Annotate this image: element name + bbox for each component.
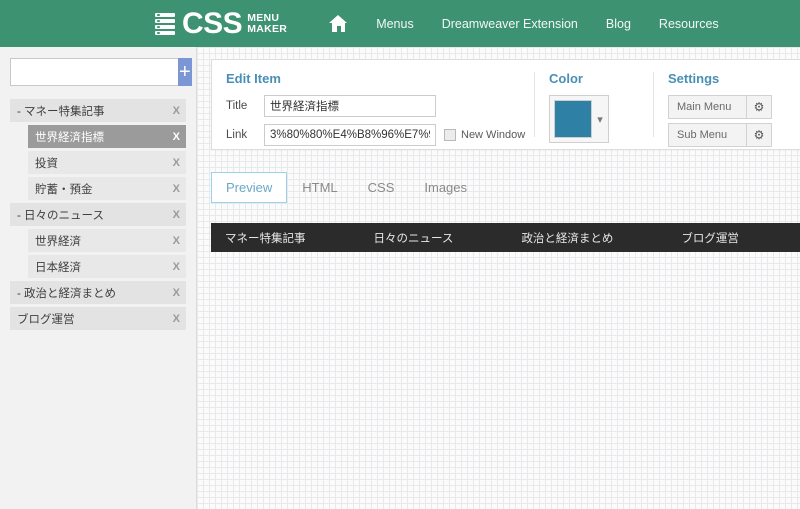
page-layout: + - マネー特集記事 X 世界経済指標 X 投資 X 貯蓄・預金 X - 日々… <box>0 47 800 509</box>
link-input[interactable] <box>264 124 436 146</box>
app-header: CSS MENU MAKER Menus Dreamweaver Extensi… <box>0 0 800 47</box>
home-icon[interactable] <box>329 15 348 32</box>
add-item-row: + <box>10 58 192 86</box>
tree-item-7[interactable]: - 政治と経済まとめ X <box>10 281 186 304</box>
sub-menu-settings-button[interactable]: Sub Menu ⚙ <box>668 123 772 147</box>
main-menu-settings-button[interactable]: Main Menu ⚙ <box>668 95 772 119</box>
tree-item-3[interactable]: 貯蓄・預金 X <box>28 177 186 200</box>
link-label: Link <box>226 129 248 141</box>
tree-item-remove-icon[interactable]: X <box>169 131 180 143</box>
menu-lines-icon <box>155 12 175 36</box>
settings-section: Settings Main Menu ⚙ Sub Menu ⚙ <box>654 60 800 149</box>
title-input[interactable] <box>264 95 436 117</box>
tree-item-2[interactable]: 投資 X <box>28 151 186 174</box>
main-menu-label: Main Menu <box>677 101 732 113</box>
gear-icon[interactable]: ⚙ <box>746 96 771 118</box>
main-nav: Menus Dreamweaver Extension Blog Resourc… <box>329 15 746 32</box>
logo-text-maker: MAKER <box>247 22 288 35</box>
tab-preview[interactable]: Preview <box>211 172 288 203</box>
nav-item-blog[interactable]: Blog <box>606 17 631 31</box>
tree-item-8[interactable]: ブログ運営 X <box>10 307 186 330</box>
tree-item-remove-icon[interactable]: X <box>169 287 180 299</box>
color-picker[interactable]: ▾ <box>549 95 609 143</box>
new-window-checkbox[interactable] <box>444 129 456 141</box>
tree-item-label: ブログ運営 <box>17 313 75 326</box>
menu-preview-bar: マネー特集記事 日々のニュース 政治と経済まとめ ブログ運営 <box>211 223 800 252</box>
tree-item-1[interactable]: 世界経済指標 X <box>28 125 186 148</box>
add-item-button[interactable]: + <box>178 58 192 86</box>
output-tabs: Preview HTML CSS Images <box>211 172 800 203</box>
nav-item-resources[interactable]: Resources <box>659 17 719 31</box>
new-window-option[interactable]: New Window <box>444 129 525 141</box>
tree-item-label: - マネー特集記事 <box>17 105 105 118</box>
tab-html[interactable]: HTML <box>287 172 352 203</box>
tab-images[interactable]: Images <box>409 172 482 203</box>
tree-item-remove-icon[interactable]: X <box>169 105 180 117</box>
tree-item-remove-icon[interactable]: X <box>169 261 180 273</box>
tree-item-5[interactable]: 世界経済 X <box>28 229 186 252</box>
logo-text-css: CSS <box>182 6 243 40</box>
tree-item-label: - 政治と経済まとめ <box>17 287 117 300</box>
tree-item-remove-icon[interactable]: X <box>169 235 180 247</box>
editor-card: Edit Item Title Link New Window Color <box>211 59 800 150</box>
menu-tree-sidebar: + - マネー特集記事 X 世界経済指標 X 投資 X 貯蓄・預金 X - 日々… <box>0 47 197 509</box>
main-content: Edit Item Title Link New Window Color <box>197 47 800 509</box>
color-swatch[interactable] <box>554 100 592 138</box>
logo-text-sub: MENU MAKER <box>242 11 288 35</box>
nav-item-dreamweaver-extension[interactable]: Dreamweaver Extension <box>442 17 578 31</box>
settings-heading: Settings <box>668 71 720 86</box>
add-item-input[interactable] <box>10 58 178 86</box>
logo[interactable]: CSS MENU MAKER <box>155 6 288 40</box>
tree-item-6[interactable]: 日本経済 X <box>28 255 186 278</box>
tree-item-remove-icon[interactable]: X <box>169 313 180 325</box>
color-section: Color ▾ <box>535 60 653 149</box>
tree-item-label: 投資 <box>35 157 58 170</box>
tree-item-0[interactable]: - マネー特集記事 X <box>10 99 186 122</box>
sub-menu-label: Sub Menu <box>677 129 728 141</box>
tree-item-label: 世界経済 <box>35 235 81 248</box>
edit-item-heading: Edit Item <box>226 71 281 86</box>
tree-item-label: 貯蓄・預金 <box>35 183 93 196</box>
tab-css[interactable]: CSS <box>353 172 410 203</box>
gear-icon[interactable]: ⚙ <box>746 124 771 146</box>
tree-item-remove-icon[interactable]: X <box>169 157 180 169</box>
edit-item-section: Edit Item Title Link New Window <box>212 60 534 149</box>
tree-item-label: - 日々のニュース <box>17 209 104 222</box>
preview-menu-item-1[interactable]: 日々のニュース <box>360 230 468 246</box>
tree-item-remove-icon[interactable]: X <box>169 183 180 195</box>
new-window-label: New Window <box>461 129 526 141</box>
tree-item-remove-icon[interactable]: X <box>169 209 180 221</box>
logo-text-menu: MENU <box>247 11 280 24</box>
title-field-row: Title <box>226 95 534 117</box>
menu-tree: - マネー特集記事 X 世界経済指標 X 投資 X 貯蓄・預金 X - 日々のニ… <box>10 99 186 333</box>
nav-item-menus[interactable]: Menus <box>376 17 414 31</box>
tree-item-label: 日本経済 <box>35 261 81 274</box>
preview-menu-item-3[interactable]: ブログ運営 <box>667 230 753 246</box>
preview-menu-item-0[interactable]: マネー特集記事 <box>211 230 320 246</box>
tree-item-label: 世界経済指標 <box>35 131 104 144</box>
preview-menu-item-2[interactable]: 政治と経済まとめ <box>507 230 627 246</box>
link-field-row: Link New Window <box>226 124 534 146</box>
title-label: Title <box>226 100 248 112</box>
color-heading: Color <box>549 71 583 86</box>
tree-item-4[interactable]: - 日々のニュース X <box>10 203 186 226</box>
chevron-down-icon[interactable]: ▾ <box>592 96 608 142</box>
